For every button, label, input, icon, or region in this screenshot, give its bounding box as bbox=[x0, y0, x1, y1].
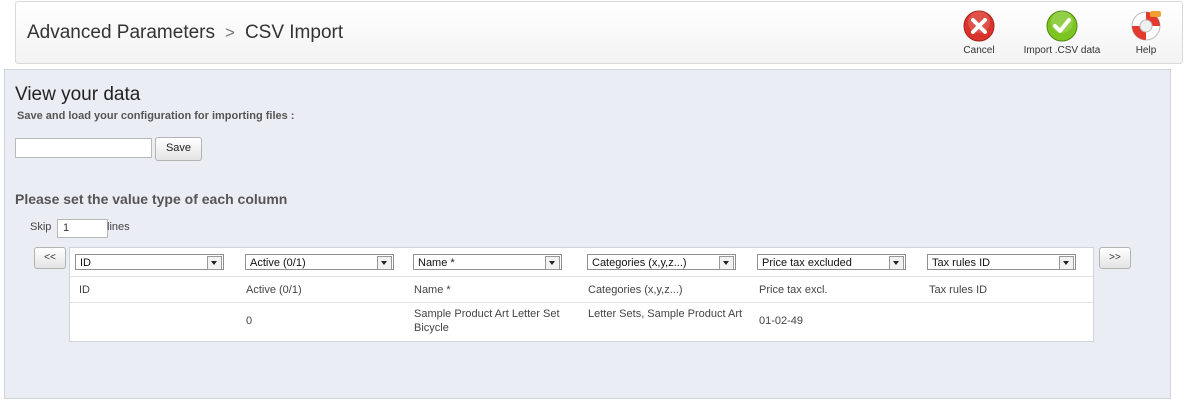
breadcrumb-parent[interactable]: Advanced Parameters bbox=[27, 22, 215, 43]
table-cell: Sample Product Art Letter Set Bicycle bbox=[414, 308, 560, 334]
column-header: Active (0/1) bbox=[246, 284, 302, 296]
view-data-title: View your data bbox=[15, 84, 141, 105]
column-header: Categories (x,y,z...) bbox=[588, 284, 683, 296]
toolbar: Advanced Parameters > CSV Import Cancel Im… bbox=[15, 1, 1183, 64]
cancel-label: Cancel bbox=[963, 45, 995, 56]
column-type-value: Tax rules ID bbox=[932, 257, 991, 269]
config-name-input[interactable] bbox=[15, 138, 152, 158]
column-type-value: Categories (x,y,z...) bbox=[592, 257, 687, 269]
chevron-down-icon bbox=[1059, 256, 1074, 270]
help-button[interactable]: Help bbox=[1126, 10, 1166, 56]
skip-lines-input[interactable]: 1 bbox=[57, 219, 108, 238]
help-label: Help bbox=[1135, 45, 1157, 56]
table-row: 0 Sample Product Art Letter Set Bicycle … bbox=[70, 303, 1093, 341]
table-cell: Letter Sets, Sample Product Art bbox=[588, 308, 743, 320]
column-type-value: Price tax excluded bbox=[762, 257, 852, 269]
table-header-row: ID Active (0/1) Name * Categories (x,y,z… bbox=[70, 277, 1093, 303]
check-icon bbox=[1046, 10, 1078, 42]
column-type-select[interactable]: ID bbox=[75, 254, 224, 270]
column-type-row: ID Active (0/1) Name * Categories (x,y,z… bbox=[70, 248, 1093, 277]
chevron-down-icon bbox=[207, 256, 222, 270]
lines-label: lines bbox=[107, 221, 130, 233]
import-csv-button[interactable]: Import .CSV data bbox=[1016, 10, 1108, 56]
table-cell: 01-02-49 bbox=[759, 315, 804, 327]
chevron-down-icon bbox=[889, 256, 904, 270]
import-label: Import .CSV data bbox=[1023, 45, 1101, 56]
save-config-button[interactable]: Save bbox=[155, 137, 202, 161]
table-cell: 0 bbox=[246, 315, 253, 327]
previous-columns-button[interactable]: << bbox=[34, 247, 66, 269]
skip-label: Skip bbox=[30, 221, 52, 233]
chevron-down-icon bbox=[719, 256, 734, 270]
column-header: ID bbox=[79, 284, 90, 296]
column-type-value: Name * bbox=[418, 257, 455, 269]
chevron-down-icon bbox=[377, 256, 392, 270]
column-type-select[interactable]: Name * bbox=[413, 254, 562, 270]
column-type-select[interactable]: Categories (x,y,z...) bbox=[587, 254, 736, 270]
cancel-button[interactable]: Cancel bbox=[957, 10, 1001, 56]
csv-preview-table: ID Active (0/1) Name * Categories (x,y,z… bbox=[69, 247, 1094, 342]
column-header: Price tax excl. bbox=[759, 284, 828, 296]
lifebuoy-icon bbox=[1131, 11, 1161, 41]
column-types-title: Please set the value type of each column bbox=[15, 191, 288, 207]
import-panel: View your data Save and load your config… bbox=[4, 69, 1171, 399]
breadcrumb: Advanced Parameters > CSV Import bbox=[27, 22, 343, 44]
column-type-select[interactable]: Active (0/1) bbox=[245, 254, 394, 270]
column-header: Name * bbox=[414, 284, 451, 296]
column-type-value: ID bbox=[80, 257, 91, 269]
column-type-select[interactable]: Price tax excluded bbox=[757, 254, 906, 270]
cancel-icon bbox=[963, 10, 995, 42]
breadcrumb-current: CSV Import bbox=[244, 22, 344, 43]
breadcrumb-separator: > bbox=[225, 23, 235, 42]
column-type-value: Active (0/1) bbox=[250, 257, 306, 269]
next-columns-button[interactable]: >> bbox=[1099, 247, 1131, 269]
chevron-down-icon bbox=[545, 256, 560, 270]
column-type-select[interactable]: Tax rules ID bbox=[927, 254, 1076, 270]
column-header: Tax rules ID bbox=[929, 284, 988, 296]
config-subtitle: Save and load your configuration for imp… bbox=[17, 110, 295, 122]
